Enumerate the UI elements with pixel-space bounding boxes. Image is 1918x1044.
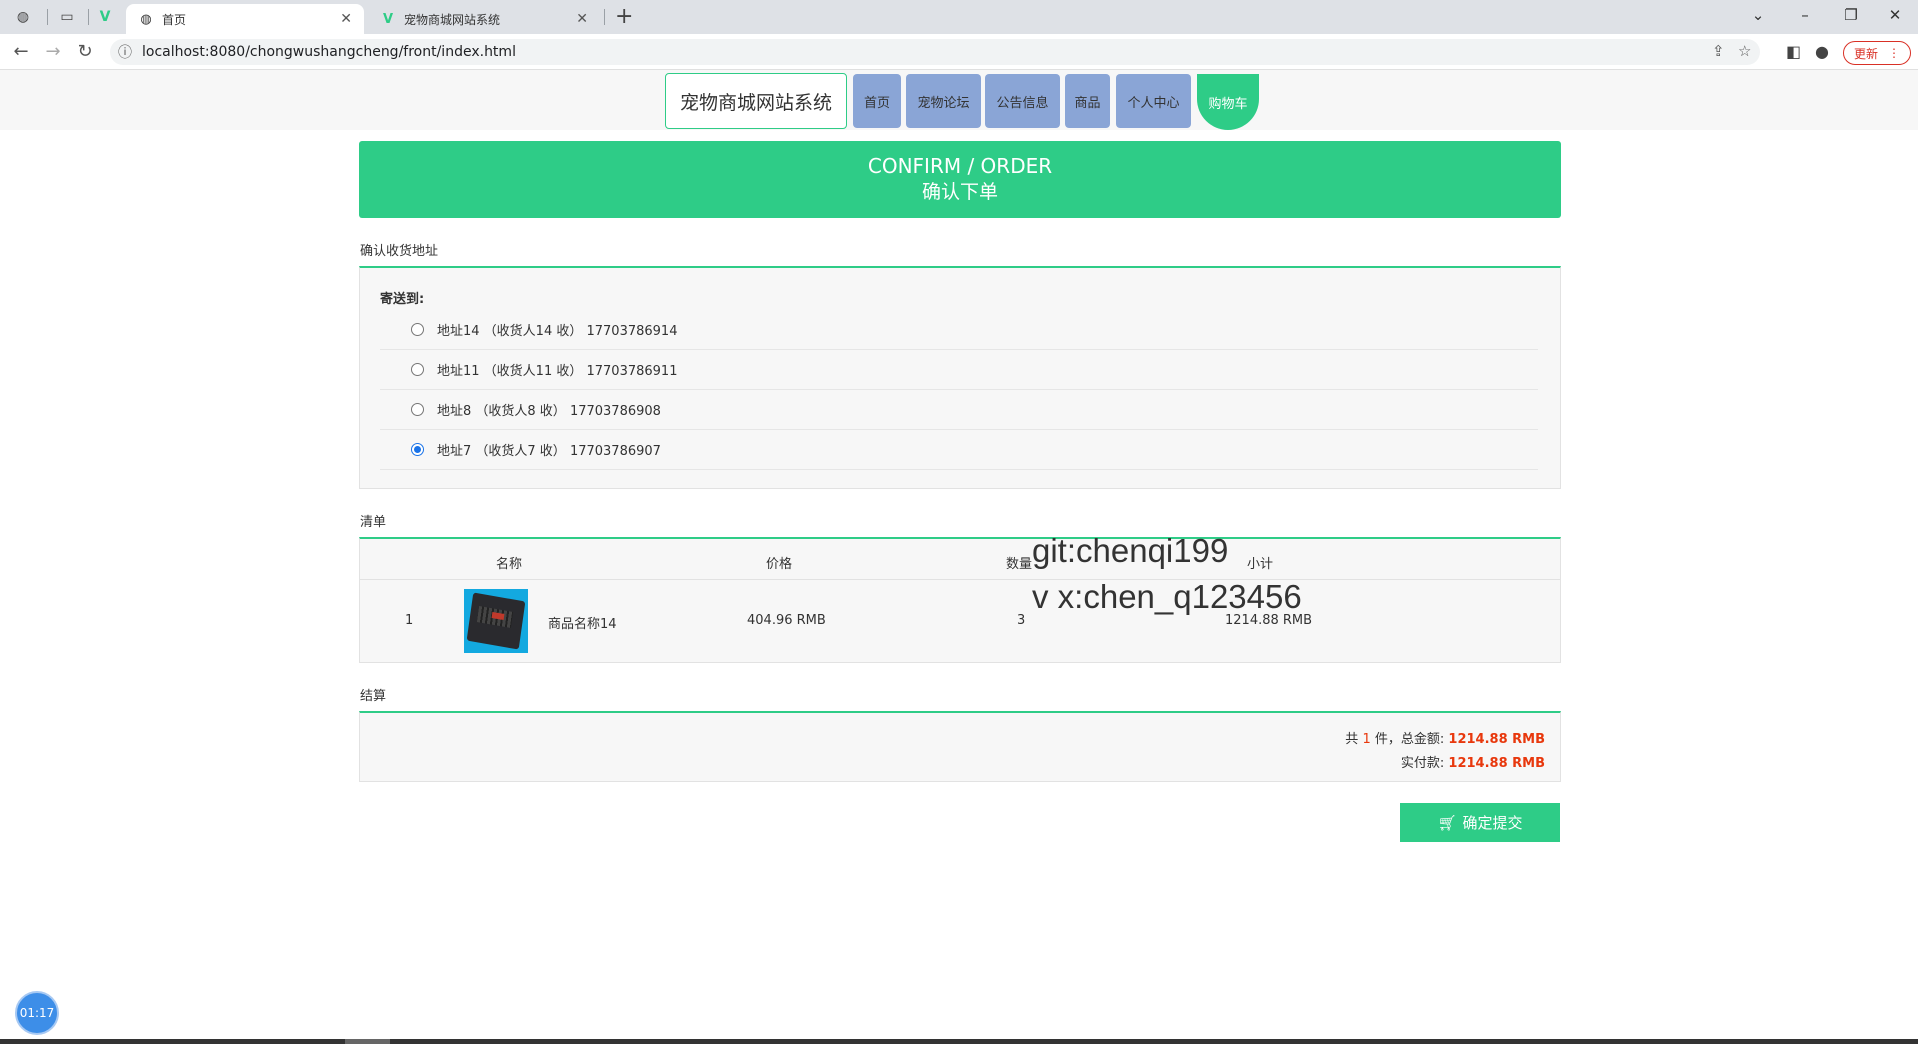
back-icon[interactable]: ← (8, 39, 34, 65)
total-amount: 1214.88 RMB (1448, 732, 1545, 747)
site-title: 宠物商城网站系统 (665, 73, 847, 129)
side-panel-icon[interactable]: ◧ (1786, 42, 1801, 61)
settle-box: 共 1 件，总金额: 1214.88 RMB 实付款: 1214.88 RMB (359, 711, 1561, 782)
ship-to-label: 寄送到: (380, 292, 425, 307)
paid-label: 实付款: (1400, 756, 1445, 771)
address-option[interactable]: 地址11 （收货人11 收） 17703786911 (380, 350, 1538, 390)
nav-products[interactable]: 商品 (1065, 74, 1110, 128)
table-divider (360, 579, 1560, 580)
header-price: 价格 (766, 557, 793, 572)
product-price: 404.96 RMB (747, 613, 826, 628)
header-qty: 数量 (1006, 557, 1033, 572)
tab-separator (47, 9, 48, 25)
globe-icon: ◍ (140, 11, 152, 27)
settle-section-title: 结算 (360, 689, 387, 704)
site-header: 宠物商城网站系统 首页 宠物论坛 公告信息 商品 个人中心 购物车 (0, 70, 1918, 130)
minimize-button[interactable]: – (1782, 3, 1828, 27)
address-bar: ← → ↻ ⓘ localhost:8080/chongwushangcheng… (0, 34, 1918, 70)
tab-title: 首页 (162, 12, 187, 27)
pinned-tab-blank-icon[interactable]: ▭ (52, 6, 82, 28)
more-menu-icon: ⋮ (1888, 46, 1900, 60)
close-window-button[interactable]: ✕ (1872, 3, 1918, 27)
restore-button[interactable]: ❐ (1828, 3, 1874, 27)
update-label: 更新 (1853, 46, 1878, 61)
omnibox[interactable]: ⓘ localhost:8080/chongwushangcheng/front… (110, 39, 1760, 65)
count-prefix: 共 (1345, 732, 1359, 747)
product-qty: 3 (1017, 613, 1026, 628)
site-info-icon[interactable]: ⓘ (118, 42, 132, 62)
address-text: 地址14 （收货人14 收） 17703786914 (437, 324, 678, 339)
profile-icon[interactable]: ● (1815, 42, 1829, 61)
tab-shop[interactable]: V 宠物商城网站系统 ✕ (368, 4, 600, 34)
count-suffix: 件，总金额: (1374, 732, 1445, 747)
address-radio[interactable] (411, 403, 424, 416)
vue-icon: V (382, 11, 394, 27)
nav-home[interactable]: 首页 (853, 74, 901, 128)
new-tab-button[interactable]: + (615, 5, 633, 29)
share-icon[interactable]: ⇪ (1712, 42, 1725, 60)
address-text: 地址7 （收货人7 收） 17703786907 (437, 444, 661, 459)
recording-timer[interactable]: 01:17 (15, 991, 59, 1035)
pinned-tab-vue-icon[interactable]: V (90, 6, 120, 28)
taskbar-strip (0, 1039, 1918, 1044)
header-name: 名称 (496, 557, 523, 572)
address-option[interactable]: 地址8 （收货人8 收） 17703786908 (380, 390, 1538, 430)
banner-title-en: CONFIRM / ORDER (867, 154, 1053, 178)
watermark-line-1: git:chenqi199 (1032, 532, 1229, 569)
address-text: 地址11 （收货人11 收） 17703786911 (437, 364, 678, 379)
tab-separator (604, 9, 605, 25)
paid-line: 实付款: 1214.88 RMB (1401, 752, 1545, 771)
address-radio-selected[interactable] (411, 443, 424, 456)
header-subtotal: 小计 (1247, 557, 1274, 572)
list-section-title: 清单 (360, 515, 387, 530)
product-name: 商品名称14 (548, 617, 617, 632)
product-thumbnail[interactable] (464, 589, 528, 653)
address-option[interactable]: 地址7 （收货人7 收） 17703786907 (380, 430, 1538, 470)
address-section-title: 确认收货地址 (360, 244, 439, 259)
close-tab-icon[interactable]: ✕ (576, 11, 588, 27)
tab-title: 宠物商城网站系统 (404, 12, 501, 27)
paid-amount: 1214.88 RMB (1448, 756, 1545, 771)
address-box: 寄送到: 地址14 （收货人14 收） 17703786914 地址11 （收货… (359, 266, 1561, 489)
address-text: 地址8 （收货人8 收） 17703786908 (437, 404, 661, 419)
close-tab-icon[interactable]: ✕ (340, 11, 352, 27)
address-radio[interactable] (411, 363, 424, 376)
submit-order-button[interactable]: 🛒︎ 确定提交 (1400, 803, 1560, 842)
row-index: 1 (405, 613, 414, 628)
browser-tab-strip: ◍ ▭ V ◍ 首页 ✕ V 宠物商城网站系统 ✕ + ⌄ – ❐ ✕ (0, 0, 1918, 34)
nav-personal-center[interactable]: 个人中心 (1116, 74, 1191, 128)
tab-home[interactable]: ◍ 首页 ✕ (126, 4, 364, 34)
nav-forum[interactable]: 宠物论坛 (906, 74, 981, 128)
nav-announcements[interactable]: 公告信息 (985, 74, 1060, 128)
order-table: 名称 价格 数量 小计 1 商品名称14 404.96 RMB 3 1214.8… (359, 537, 1561, 663)
page-banner: CONFIRM / ORDER 确认下单 (359, 141, 1561, 218)
forward-icon[interactable]: → (40, 39, 66, 65)
cart-icon: 🛒︎ (1437, 813, 1457, 832)
address-radio[interactable] (411, 323, 424, 336)
tab-separator (88, 9, 89, 25)
watermark-line-2: v x:chen_q123456 (1032, 578, 1302, 615)
bookmark-star-icon[interactable]: ☆ (1738, 42, 1751, 60)
reload-icon[interactable]: ↻ (72, 39, 98, 65)
pinned-tab-globe-icon[interactable]: ◍ (8, 6, 38, 28)
banner-title-cn: 确认下单 (921, 181, 998, 203)
total-line: 共 1 件，总金额: 1214.88 RMB (1345, 728, 1545, 747)
tab-search-icon[interactable]: ⌄ (1735, 3, 1781, 27)
nav-cart[interactable]: 购物车 (1197, 74, 1259, 130)
item-count: 1 (1362, 732, 1371, 747)
submit-label: 确定提交 (1462, 814, 1523, 832)
update-button[interactable]: 更新 ⋮ (1843, 41, 1911, 65)
address-option[interactable]: 地址14 （收货人14 收） 17703786914 (380, 310, 1538, 350)
url-text[interactable]: localhost:8080/chongwushangcheng/front/i… (142, 44, 516, 60)
